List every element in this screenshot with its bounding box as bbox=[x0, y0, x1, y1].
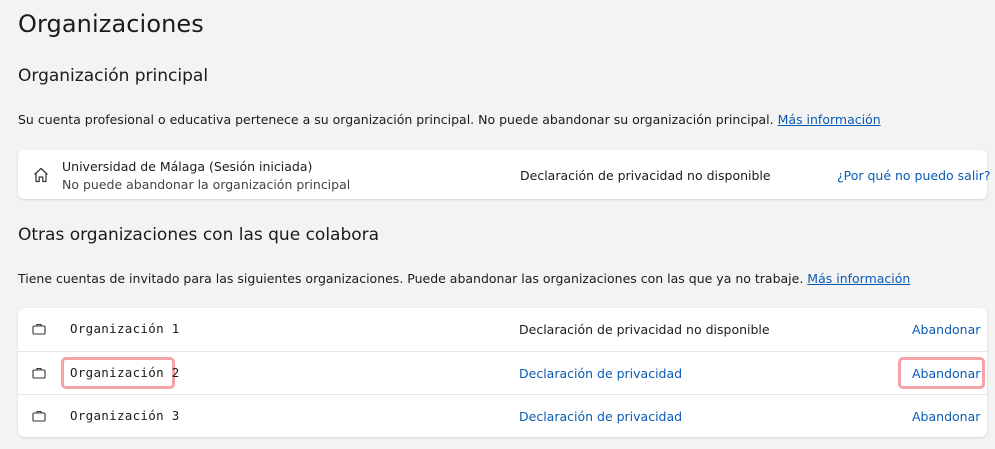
org-privacy-text: Declaración de privacidad no disponible bbox=[519, 322, 770, 337]
why-cant-leave-link[interactable]: ¿Por qué no puedo salir? bbox=[837, 168, 991, 183]
page-title: Organizaciones bbox=[18, 10, 204, 38]
primary-org-name: Universidad de Málaga (Sesión iniciada) bbox=[62, 159, 313, 174]
primary-org-card: Universidad de Málaga (Sesión iniciada) … bbox=[18, 150, 991, 199]
briefcase-icon bbox=[31, 408, 47, 424]
primary-more-info-link[interactable]: Más información bbox=[778, 112, 881, 127]
privacy-statement-link[interactable]: Declaración de privacidad bbox=[519, 409, 682, 424]
org-row: Organización 3 Declaración de privacidad… bbox=[18, 394, 987, 438]
privacy-statement-link[interactable]: Declaración de privacidad bbox=[519, 366, 682, 381]
other-orgs-description: Tiene cuentas de invitado para las sigui… bbox=[18, 271, 910, 286]
org-name: Organización 1 bbox=[70, 321, 180, 336]
leave-org-button[interactable]: Abandonar bbox=[912, 409, 980, 424]
briefcase-icon bbox=[31, 321, 47, 337]
other-orgs-card: Organización 1 Declaración de privacidad… bbox=[18, 308, 987, 437]
other-more-info-link[interactable]: Más información bbox=[807, 271, 910, 286]
primary-org-subtitle: No puede abandonar la organización princ… bbox=[62, 177, 351, 192]
other-orgs-description-text: Tiene cuentas de invitado para las sigui… bbox=[18, 271, 804, 286]
org-row: Organización 2 Declaración de privacidad… bbox=[18, 351, 987, 395]
primary-org-privacy: Declaración de privacidad no disponible bbox=[520, 168, 771, 183]
briefcase-icon bbox=[31, 365, 47, 381]
leave-org-button[interactable]: Abandonar bbox=[912, 322, 980, 337]
org-name: Organización 3 bbox=[70, 408, 180, 423]
primary-org-description-text: Su cuenta profesional o educativa perten… bbox=[18, 112, 774, 127]
home-icon bbox=[32, 166, 50, 184]
primary-org-description: Su cuenta profesional o educativa perten… bbox=[18, 112, 881, 127]
org-name: Organización 2 bbox=[70, 365, 180, 380]
primary-org-section-title: Organización principal bbox=[18, 66, 209, 86]
leave-org-button[interactable]: Abandonar bbox=[912, 366, 980, 381]
other-orgs-section-title: Otras organizaciones con las que colabor… bbox=[18, 225, 380, 245]
org-row: Organización 1 Declaración de privacidad… bbox=[18, 308, 987, 351]
